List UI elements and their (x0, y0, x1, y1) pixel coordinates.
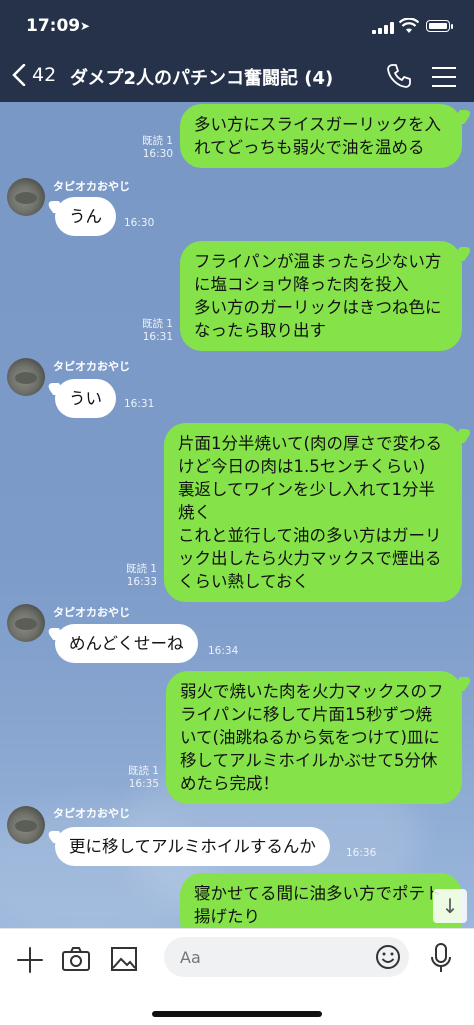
read-receipt: 既読 1 (125, 563, 157, 575)
avatar[interactable] (7, 806, 45, 844)
message-time: 16:35 (128, 778, 159, 790)
camera-icon[interactable] (61, 946, 91, 972)
message-meta: 既読 1 16:31 (128, 318, 173, 344)
battery-icon (426, 20, 453, 32)
outgoing-message[interactable]: フライパンが温まったら少ない方に塩コショウ降った肉を投入 多い方のガーリックはき… (180, 241, 462, 351)
message-meta: 既読 1 16:35 (114, 765, 159, 791)
sender-name: タピオカおやじ (53, 807, 130, 820)
message-meta: 既読 1 16:30 (128, 135, 173, 161)
message-time: 16:30 (142, 148, 173, 160)
wifi-icon (399, 18, 419, 33)
image-icon[interactable] (110, 946, 138, 972)
home-indicator (152, 1011, 322, 1017)
emoji-icon[interactable] (375, 944, 401, 970)
read-receipt: 既読 1 (141, 318, 173, 330)
avatar[interactable] (7, 178, 45, 216)
plus-icon[interactable] (16, 946, 44, 974)
avatar[interactable] (7, 604, 45, 642)
incoming-message[interactable]: うい (55, 379, 116, 418)
status-time: 17:09 (26, 16, 81, 36)
input-bar (0, 928, 474, 1025)
arrow-down-icon: ↓ (441, 894, 459, 918)
chat-area[interactable]: 既読 1 16:30 多い方にスライスガーリックを入れてどっちも弱火で油を温める… (0, 102, 474, 928)
location-arrow-icon: ➤ (80, 19, 91, 33)
outgoing-message[interactable]: 多い方にスライスガーリックを入れてどっちも弱火で油を温める (180, 104, 462, 168)
message-input[interactable] (164, 937, 409, 977)
outgoing-message[interactable]: 片面1分半焼いて(肉の厚さで変わるけど今日の肉は1.5センチくらい) 裏返してワ… (164, 423, 462, 602)
back-count[interactable]: 42 (32, 64, 56, 86)
read-receipt: 既読 1 (141, 135, 173, 147)
signal-icon (372, 22, 394, 34)
message-time: 16:31 (124, 398, 155, 410)
message-time: 16:36 (346, 847, 377, 859)
chat-title: ダメプ2人のパチンコ奮闘記 (4) (70, 68, 334, 89)
message-time: 16:30 (124, 217, 155, 229)
message-meta: 既読 1 16:33 (112, 563, 157, 589)
outgoing-message[interactable]: 寝かせてる間に油多い方でポテト揚げたり (180, 873, 462, 928)
message-time: 16:33 (126, 576, 157, 588)
incoming-message[interactable]: 更に移してアルミホイルするんか (55, 827, 330, 866)
sender-name: タピオカおやじ (53, 180, 130, 193)
incoming-message[interactable]: うん (55, 197, 116, 236)
message-time: 16:31 (142, 331, 173, 343)
phone-icon[interactable] (386, 63, 412, 89)
outgoing-message[interactable]: 弱火で焼いた肉を火力マックスのフライパンに移して片面15秒ずつ焼いて(油跳ねるか… (166, 671, 462, 804)
back-chevron-icon[interactable] (12, 64, 26, 86)
sender-name: タピオカおやじ (53, 360, 130, 373)
menu-icon[interactable] (432, 67, 456, 87)
mic-icon[interactable] (430, 943, 452, 973)
scroll-down-button[interactable]: ↓ (433, 889, 467, 923)
read-receipt: 既読 1 (127, 765, 159, 777)
sender-name: タピオカおやじ (53, 606, 130, 619)
avatar[interactable] (7, 358, 45, 396)
incoming-message[interactable]: めんどくせーね (55, 624, 198, 663)
header-bar: 17:09 ➤ 42 ダメプ2人のパチンコ奮闘記 (4) (0, 0, 474, 102)
message-time: 16:34 (208, 645, 239, 657)
